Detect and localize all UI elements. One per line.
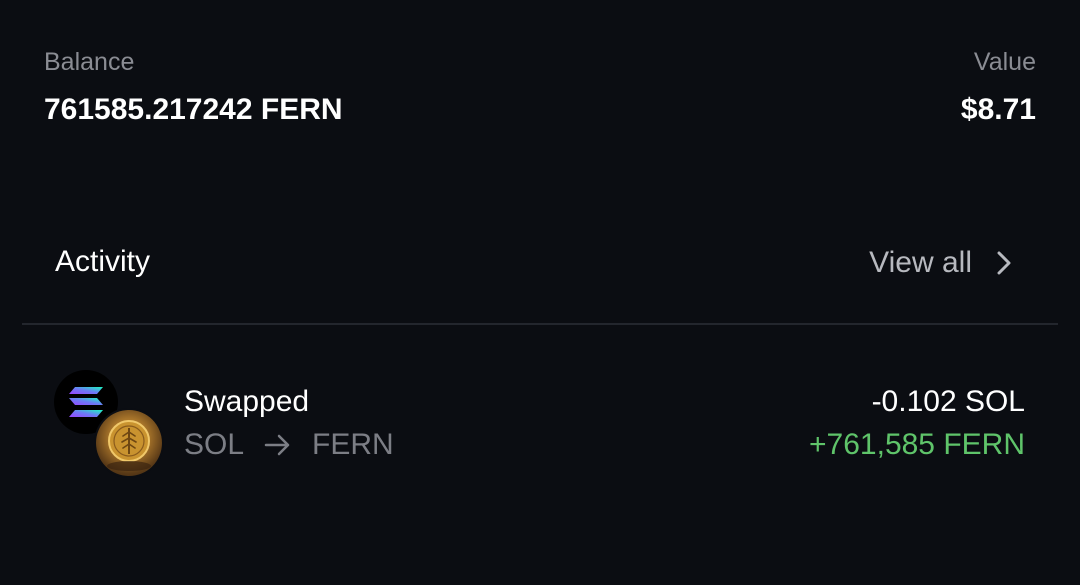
view-all-label: View all	[869, 246, 972, 279]
to-token-label: FERN	[312, 428, 394, 461]
activity-item-title: Swapped	[184, 385, 310, 418]
amount-received: +761,585 FERN	[809, 428, 1025, 461]
view-all-button[interactable]: View all	[869, 240, 1012, 286]
value-label: Value	[973, 48, 1036, 76]
chevron-right-icon	[996, 250, 1012, 276]
activity-item-swap[interactable]: Swapped SOL FERN -0.102 SOL +761,585 FER…	[22, 360, 1058, 490]
activity-item-route: SOL FERN	[184, 428, 394, 462]
balance-value: 761585.217242 FERN	[44, 93, 343, 126]
divider	[22, 323, 1058, 325]
value-amount: $8.71	[960, 93, 1036, 126]
arrow-right-icon	[264, 433, 292, 457]
amount-sent: -0.102 SOL	[871, 385, 1025, 418]
fern-token-icon	[96, 410, 162, 476]
balance-label: Balance	[44, 48, 135, 76]
activity-title: Activity	[55, 245, 151, 278]
from-token-label: SOL	[184, 428, 245, 461]
activity-header: Activity View all	[22, 240, 1058, 286]
